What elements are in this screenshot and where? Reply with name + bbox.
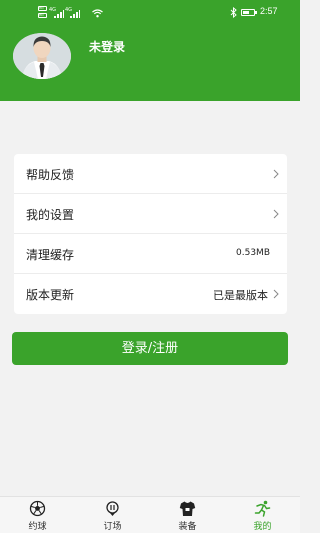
chevron-right-icon <box>273 209 279 219</box>
jersey-icon <box>179 501 196 516</box>
menu-item-my-settings[interactable]: 我的设置 <box>14 194 287 234</box>
bluetooth-icon <box>230 7 237 18</box>
hd-badge: HD <box>38 6 47 11</box>
settings-card: 帮助反馈 我的设置 清理缓存 0.53MB 版本更新 已是最版本 <box>14 154 287 314</box>
whistle-icon <box>106 501 119 516</box>
signal-strength-icon <box>54 10 64 18</box>
signal-strength-icon <box>70 10 80 18</box>
default-avatar-icon <box>13 33 71 79</box>
menu-item-label: 版本更新 <box>26 288 75 302</box>
tab-label: 约球 <box>28 522 47 532</box>
tab-label: 订场 <box>103 522 122 532</box>
menu-item-label: 我的设置 <box>26 208 75 222</box>
tab-label: 装备 <box>178 522 197 532</box>
avatar[interactable] <box>13 33 71 79</box>
menu-item-label: 帮助反馈 <box>26 168 75 182</box>
login-register-button[interactable]: 登录/注册 <box>12 332 288 365</box>
tab-label: 我的 <box>253 522 272 532</box>
tab-mine[interactable]: 我的 <box>225 497 300 533</box>
menu-item-clear-cache[interactable]: 清理缓存 0.53MB <box>14 234 287 274</box>
status-bar: HD HD 4G 4G 2:57 <box>0 0 300 26</box>
user-name[interactable]: 未登录 <box>89 38 125 55</box>
status-system: 2:57 <box>230 6 290 19</box>
status-time: 2:57 <box>260 6 278 16</box>
chevron-right-icon <box>273 169 279 179</box>
tab-equipment[interactable]: 装备 <box>150 497 225 533</box>
menu-item-version-update[interactable]: 版本更新 已是最版本 <box>14 274 287 314</box>
menu-item-label: 清理缓存 <box>26 248 75 262</box>
menu-item-help-feedback[interactable]: 帮助反馈 <box>14 154 287 194</box>
runner-icon <box>254 500 271 517</box>
cache-size-value: 0.53MB <box>236 248 270 258</box>
status-signals: HD HD 4G 4G <box>38 6 108 20</box>
chevron-right-icon <box>273 289 279 299</box>
battery-icon <box>241 9 257 16</box>
wifi-icon <box>92 9 103 18</box>
soccer-ball-icon <box>29 500 46 517</box>
version-status-value: 已是最版本 <box>213 289 268 302</box>
hd-badge: HD <box>38 13 47 18</box>
bottom-tab-bar: 约球 订场 装备 我的 <box>0 496 300 533</box>
tab-play-ball[interactable]: 约球 <box>0 497 75 533</box>
tab-book-venue[interactable]: 订场 <box>75 497 150 533</box>
profile-header: HD HD 4G 4G 2:57 未登录 <box>0 0 300 101</box>
